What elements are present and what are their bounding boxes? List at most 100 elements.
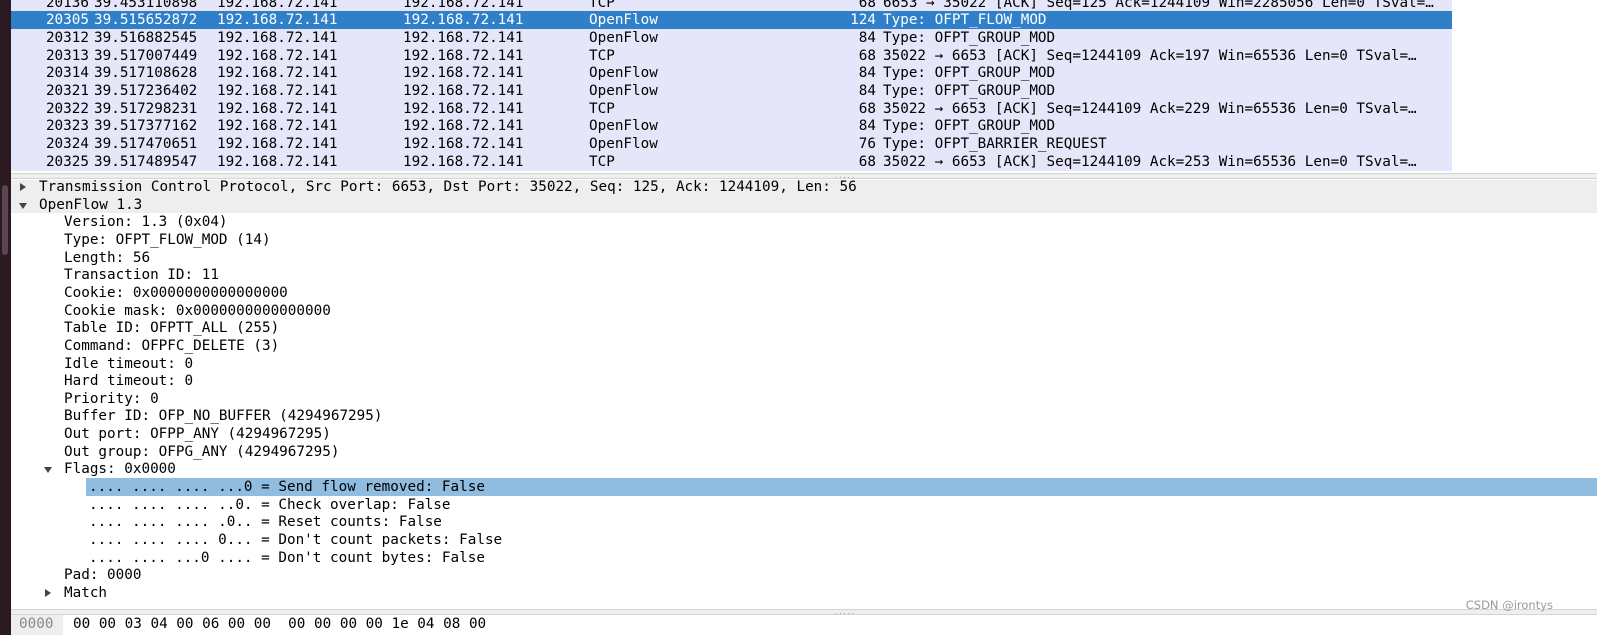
tree-field[interactable]: Priority: 0 (11, 390, 1597, 408)
packet-info: Type: OFPT_GROUP_MOD (883, 118, 1056, 135)
packet-source: 192.168.72.141 (217, 136, 338, 153)
packet-number: 20325 (45, 153, 89, 170)
packet-info: 35022 → 6653 [ACK] Seq=1244109 Ack=197 W… (883, 47, 1417, 64)
packet-protocol: TCP (589, 153, 615, 170)
tree-field[interactable]: .... .... .... 0... = Don't count packet… (11, 531, 1597, 549)
tree-field[interactable]: .... .... .... ..0. = Check overlap: Fal… (11, 496, 1597, 514)
tree-field[interactable]: Version: 1.3 (0x04) (11, 213, 1597, 231)
tree-node-expandable[interactable]: Match (11, 584, 1597, 602)
packet-source: 192.168.72.141 (217, 153, 338, 170)
tree-node-expandable[interactable]: Transmission Control Protocol, Src Port:… (11, 180, 1597, 196)
tree-field-label: Idle timeout: 0 (64, 355, 194, 372)
packet-info: Type: OFPT_GROUP_MOD (883, 65, 1056, 82)
tree-field[interactable]: Buffer ID: OFP_NO_BUFFER (4294967295) (11, 407, 1597, 425)
packet-number: 20313 (45, 47, 89, 64)
tree-field-label: Pad: 0000 (64, 567, 142, 584)
packet-row[interactable]: 20323 39.517377162 192.168.72.141 192.168.7… (11, 117, 1452, 136)
packet-row-selected[interactable]: 20305 39.515652872 192.168.72.141 192.168.7… (11, 11, 1452, 29)
collapsed-arrow-icon[interactable] (20, 183, 26, 191)
bytes-hex[interactable]: 00 00 03 04 00 06 00 00 00 00 00 00 1e 0… (73, 615, 486, 634)
packet-row[interactable]: 20321 39.517236402 192.168.72.141 192.168.7… (11, 82, 1452, 100)
packet-length: 84 (858, 29, 876, 46)
packet-protocol: OpenFlow (589, 65, 658, 82)
packet-length: 84 (858, 118, 876, 135)
packet-protocol: OpenFlow (589, 12, 658, 29)
packet-protocol: TCP (589, 0, 615, 11)
packet-time: 39.453110898 (94, 0, 198, 11)
tree-field-label: Out group: OFPG_ANY (4294967295) (64, 443, 340, 460)
packet-number: 20322 (45, 100, 89, 117)
packet-source: 192.168.72.141 (217, 29, 338, 46)
tree-field[interactable]: .... .... ...0 .... = Don't count bytes:… (11, 549, 1597, 567)
packet-row[interactable]: 20324 39.517470651 192.168.72.141 192.168.7… (11, 135, 1452, 153)
packet-info: Type: OFPT_GROUP_MOD (883, 29, 1056, 46)
tree-field-label: Priority: 0 (64, 390, 159, 407)
tree-field-label: Buffer ID: OFP_NO_BUFFER (4294967295) (64, 408, 383, 425)
tree-field[interactable]: Cookie mask: 0x0000000000000000 (11, 302, 1597, 320)
packet-destination: 192.168.72.141 (403, 83, 524, 99)
tree-field[interactable]: Command: OFPFC_DELETE (3) (11, 337, 1597, 355)
expanded-arrow-icon[interactable] (19, 202, 27, 209)
tree-field[interactable]: Pad: 0000 (11, 566, 1597, 584)
packet-protocol: OpenFlow (589, 83, 658, 99)
tree-field-label: Table ID: OFPTT_ALL (255) (64, 320, 280, 337)
tree-field-label: Type: OFPT_FLOW_MOD (14) (64, 231, 271, 248)
packet-list-pane: 20136 39.453110898 192.168.72.141 192.168.7… (11, 0, 1597, 172)
packet-info: 6653 → 35022 [ACK] Seq=125 Ack=1244109 W… (883, 0, 1434, 11)
packet-time: 39.517298231 (94, 100, 198, 117)
packet-row[interactable]: 20313 39.517007449 192.168.72.141 192.168.7… (11, 46, 1452, 65)
tree-field[interactable]: .... .... .... .0.. = Reset counts: Fals… (11, 513, 1597, 531)
tree-field[interactable]: Type: OFPT_FLOW_MOD (14) (11, 231, 1597, 249)
tree-field-label: Length: 56 (64, 249, 151, 266)
tree-field[interactable]: Idle timeout: 0 (11, 355, 1597, 373)
tree-field-label: Command: OFPFC_DELETE (3) (64, 337, 280, 354)
tree-field-label: Out port: OFPP_ANY (4294967295) (64, 426, 331, 443)
tree-node-expandable[interactable]: Flags: 0x0000 (11, 460, 1597, 478)
tree-field-label: .... .... .... ..0. = Check overlap: Fal… (89, 496, 451, 513)
tree-field-label: Flags: 0x0000 (64, 461, 176, 478)
packet-length: 76 (858, 136, 876, 153)
packet-row[interactable]: 20136 39.453110898 192.168.72.141 192.168.7… (11, 0, 1452, 12)
packet-time: 39.517470651 (94, 136, 198, 153)
packet-length: 84 (858, 65, 876, 82)
packet-row[interactable]: 20325 39.517489547 192.168.72.141 192.168.7… (11, 152, 1452, 171)
tree-field[interactable]: .... .... .... ...0 = Send flow removed:… (11, 478, 1597, 496)
packet-row[interactable]: 20314 39.517108628 192.168.72.141 192.168.7… (11, 64, 1452, 83)
tree-node-expandable[interactable]: OpenFlow 1.3 (11, 195, 1597, 214)
tree-field-label: Transaction ID: 11 (64, 267, 219, 284)
packet-time: 39.517236402 (94, 83, 198, 99)
collapsed-arrow-icon[interactable] (45, 588, 51, 597)
tree-field-label: Hard timeout: 0 (64, 373, 194, 390)
expanded-arrow-icon[interactable] (44, 467, 52, 474)
packet-length: 68 (858, 47, 876, 64)
packet-number: 20312 (45, 29, 89, 46)
tree-field[interactable]: Table ID: OFPTT_ALL (255) (11, 319, 1597, 337)
packet-source: 192.168.72.141 (217, 118, 338, 135)
tree-field[interactable]: Out group: OFPG_ANY (4294967295) (11, 443, 1597, 461)
packet-source: 192.168.72.141 (217, 83, 338, 99)
tree-field[interactable]: Out port: OFPP_ANY (4294967295) (11, 425, 1597, 443)
tree-field[interactable]: Transaction ID: 11 (11, 266, 1597, 284)
packet-time: 39.515652872 (94, 12, 198, 29)
packet-details-pane: Transmission Control Protocol, Src Port:… (11, 180, 1597, 610)
packet-row[interactable]: 20322 39.517298231 192.168.72.141 192.168.7… (11, 99, 1452, 118)
packet-source: 192.168.72.141 (217, 47, 338, 64)
tree-field[interactable]: Hard timeout: 0 (11, 372, 1597, 390)
packet-destination: 192.168.72.141 (403, 118, 524, 135)
tree-field[interactable]: Length: 56 (11, 249, 1597, 267)
left-window-edge (0, 0, 11, 635)
tree-field[interactable]: Cookie: 0x0000000000000000 (11, 284, 1597, 302)
packet-info: 35022 → 6653 [ACK] Seq=1244109 Ack=229 W… (883, 100, 1417, 117)
packet-row[interactable]: 20312 39.516882545 192.168.72.141 192.168.7… (11, 28, 1452, 47)
packet-info: Type: OFPT_FLOW_MOD (883, 12, 1047, 29)
packet-time: 39.517007449 (94, 47, 198, 64)
packet-destination: 192.168.72.141 (403, 0, 524, 11)
pane-splitter-top[interactable]: ..... (11, 173, 1597, 180)
packet-protocol: TCP (589, 100, 615, 117)
packet-source: 192.168.72.141 (217, 65, 338, 82)
packet-number: 20321 (45, 83, 89, 99)
packet-time: 39.517108628 (94, 65, 198, 82)
resize-handle[interactable] (2, 185, 8, 255)
packet-source: 192.168.72.141 (217, 12, 338, 29)
packet-length: 124 (850, 12, 876, 29)
